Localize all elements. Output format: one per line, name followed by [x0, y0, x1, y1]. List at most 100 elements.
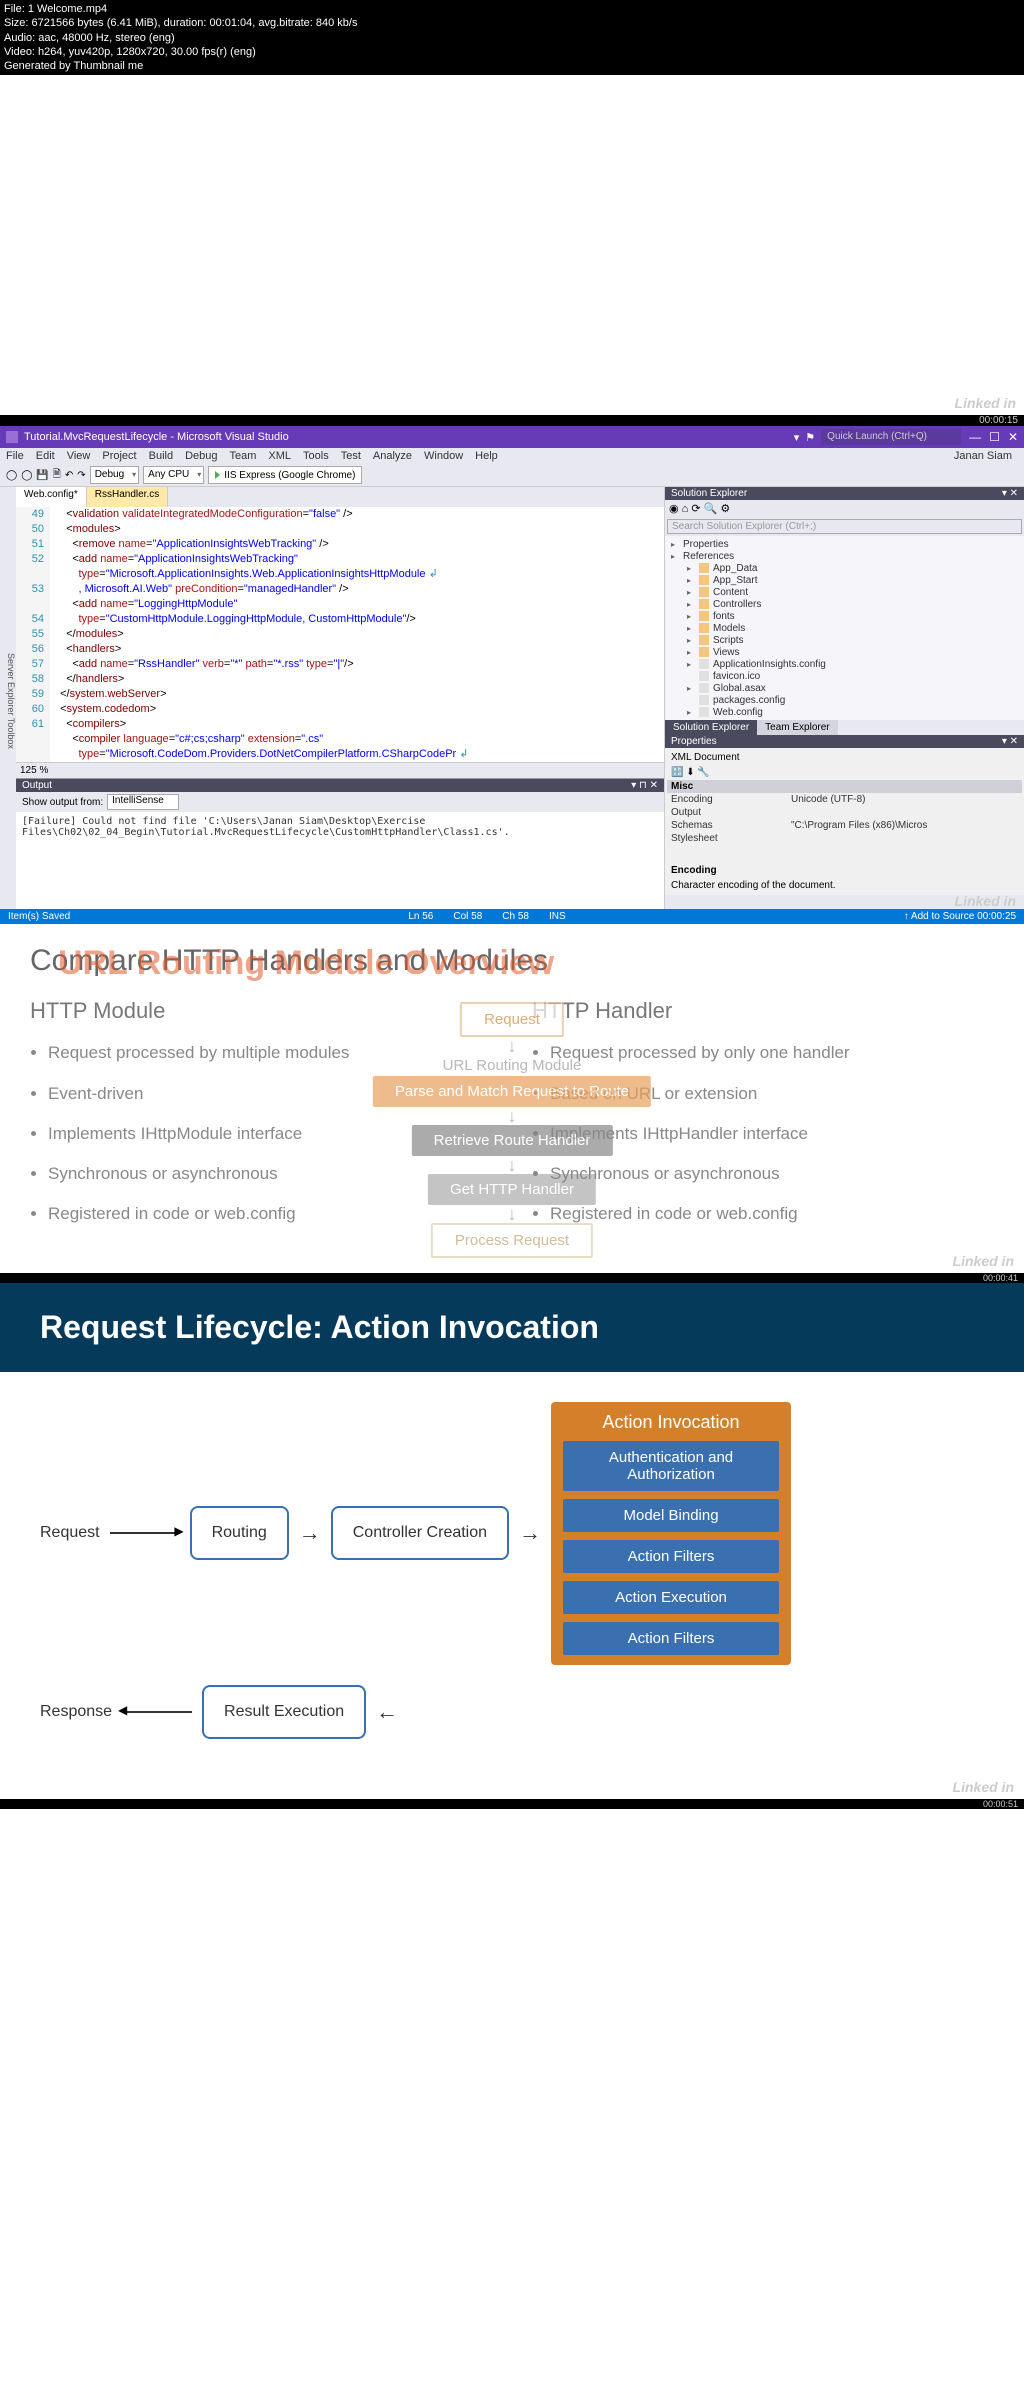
timestamp-3: 00:00:51 [0, 1799, 1024, 1809]
platform-combo[interactable]: Any CPU [143, 466, 204, 484]
menu-file[interactable]: File [6, 450, 24, 462]
output-text[interactable]: [Failure] Could not find file 'C:\Users\… [16, 812, 664, 864]
code-editor[interactable]: 49505152535455565758596061 <validation v… [16, 507, 664, 762]
quick-launch-input[interactable]: Quick Launch (Ctrl+Q) [821, 429, 961, 445]
tree-views[interactable]: Views [713, 647, 740, 658]
tab-team-explorer[interactable]: Team Explorer [757, 720, 837, 735]
meta-audio: Audio: aac, 48000 Hz, stereo (eng) [4, 31, 1020, 45]
status-ins: INS [549, 911, 566, 922]
back-icon[interactable]: ◯ [6, 470, 17, 481]
box-controller: Controller Creation [331, 1506, 509, 1560]
tree-properties[interactable]: Properties [683, 539, 729, 550]
zoom-level[interactable]: 125 % [16, 762, 664, 778]
close-button[interactable]: ✕ [1008, 430, 1018, 444]
redo-icon[interactable]: ↷ [77, 470, 85, 481]
maximize-button[interactable]: ☐ [989, 430, 1000, 444]
output-pin-icon[interactable]: ▾ ⊓ ✕ [631, 780, 658, 791]
forward-icon[interactable]: ◯ [21, 470, 32, 481]
solution-tree[interactable]: ▸Properties ▸References ▸App_Data ▸App_S… [665, 536, 1024, 720]
arrow-down-icon: ↓ [508, 1107, 517, 1125]
solution-explorer-title: Solution Explorer [671, 488, 747, 499]
menu-build[interactable]: Build [149, 450, 173, 462]
tree-appdata[interactable]: App_Data [713, 563, 757, 574]
save-icon[interactable]: 💾 [36, 470, 48, 481]
arrow-down-icon: ↓ [508, 1037, 517, 1055]
prop-output-value[interactable] [791, 807, 1018, 818]
tree-ai[interactable]: ApplicationInsights.config [713, 659, 826, 670]
menu-tools[interactable]: Tools [303, 450, 329, 462]
compare-slide: URL Routing Module Overview Compare HTTP… [0, 924, 1024, 1272]
search-solution-input[interactable]: Search Solution Explorer (Ctrl+;) [667, 519, 1022, 534]
tab-solution-explorer[interactable]: Solution Explorer [665, 720, 757, 735]
server-explorer-rail[interactable]: Server Explorer Toolbox [0, 487, 16, 909]
menu-debug[interactable]: Debug [185, 450, 217, 462]
window-title: Tutorial.MvcRequestLifecycle - Microsoft… [24, 431, 289, 443]
minimize-button[interactable]: — [969, 430, 981, 444]
menu-edit[interactable]: Edit [36, 450, 55, 462]
menu-project[interactable]: Project [102, 450, 136, 462]
meta-size: Size: 6721566 bytes (6.41 MiB), duration… [4, 16, 1020, 30]
tree-fonts[interactable]: fonts [713, 611, 735, 622]
arrow-down-icon: ↓ [508, 1156, 517, 1174]
save-all-icon[interactable]: 🗎 [53, 467, 61, 484]
arrow-left-icon [122, 1711, 192, 1713]
lifecycle-slide: Request Lifecycle: Action Invocation Req… [0, 1283, 1024, 1799]
timestamp-1: 00:00:15 [0, 415, 1024, 426]
tree-controllers[interactable]: Controllers [713, 599, 761, 610]
menu-xml[interactable]: XML [268, 450, 291, 462]
props-footer-head: Encoding [667, 863, 1022, 878]
config-combo[interactable]: Debug [90, 466, 139, 484]
flow-parse: Parse and Match Request to Route [373, 1076, 651, 1107]
flow-retrieve: Retrieve Route Handler [412, 1125, 613, 1156]
notification-icon[interactable]: ▾ [794, 431, 800, 444]
tree-models[interactable]: Models [713, 623, 745, 634]
output-source-combo[interactable]: IntelliSense [107, 794, 179, 810]
run-button[interactable]: IIS Express (Google Chrome) [208, 466, 362, 484]
vs-titlebar: Tutorial.MvcRequestLifecycle - Microsoft… [0, 426, 1024, 448]
prop-encoding-value[interactable]: Unicode (UTF-8) [791, 794, 1018, 805]
props-footer-text: Character encoding of the document. [667, 878, 1022, 893]
tree-webconfig[interactable]: Web.config [713, 707, 763, 718]
label-request: Request [40, 1524, 100, 1542]
undo-icon[interactable]: ↶ [65, 470, 73, 481]
output-from-label: Show output from: [22, 797, 103, 808]
user-label[interactable]: Janan Siam [954, 450, 1018, 462]
menu-team[interactable]: Team [230, 450, 257, 462]
tree-packages[interactable]: packages.config [713, 695, 785, 706]
vs-icon [6, 431, 18, 443]
tree-content[interactable]: Content [713, 587, 748, 598]
editor-tabs: Web.config* RssHandler.cs [16, 487, 664, 507]
menu-view[interactable]: View [67, 450, 91, 462]
menu-test[interactable]: Test [341, 450, 361, 462]
tab-webconfig[interactable]: Web.config* [16, 487, 87, 507]
tree-favicon[interactable]: favicon.ico [713, 671, 760, 682]
tree-global[interactable]: Global.asax [713, 683, 766, 694]
tab-rsshandler[interactable]: RssHandler.cs [87, 487, 168, 507]
routing-flow-overlay: Request ↓ URL Routing Module Parse and M… [373, 1002, 651, 1258]
visual-studio-window: Tutorial.MvcRequestLifecycle - Microsoft… [0, 426, 1024, 924]
menu-analyze[interactable]: Analyze [373, 450, 412, 462]
flow-url-module: URL Routing Module [443, 1055, 582, 1076]
output-title: Output [22, 780, 52, 791]
output-pane: Output ▾ ⊓ ✕ Show output from: IntelliSen… [16, 778, 664, 864]
flag-icon[interactable]: ⚑ [805, 431, 815, 444]
box-routing: Routing [190, 1506, 289, 1560]
arrow-right-icon: → [519, 1520, 541, 1546]
status-saved: Item(s) Saved [8, 911, 70, 922]
sln-toolbar: ◉ ⌂ ⟳ 🔍 ⚙ [665, 500, 1024, 517]
prop-schemas-value[interactable]: "C:\Program Files (x86)\Micros [791, 820, 1018, 831]
overlay-title: URL Routing Module Overview [58, 944, 554, 983]
sln-pin-icon[interactable]: ▾ ✕ [1002, 488, 1018, 499]
props-pin-icon[interactable]: ▾ ✕ [1002, 736, 1018, 747]
props-doc-type: XML Document [667, 750, 1022, 765]
line-gutter: 49505152535455565758596061 [16, 507, 50, 762]
flow-request: Request [460, 1002, 564, 1037]
tree-references[interactable]: References [683, 551, 734, 562]
code-content[interactable]: <validation validateIntegratedModeConfig… [50, 507, 664, 762]
properties-title: Properties [671, 736, 717, 747]
menu-window[interactable]: Window [424, 450, 463, 462]
tree-scripts[interactable]: Scripts [713, 635, 744, 646]
menu-help[interactable]: Help [475, 450, 498, 462]
tree-appstart[interactable]: App_Start [713, 575, 757, 586]
status-add-source[interactable]: ↑ Add to Source 00:00:25 [904, 911, 1016, 922]
